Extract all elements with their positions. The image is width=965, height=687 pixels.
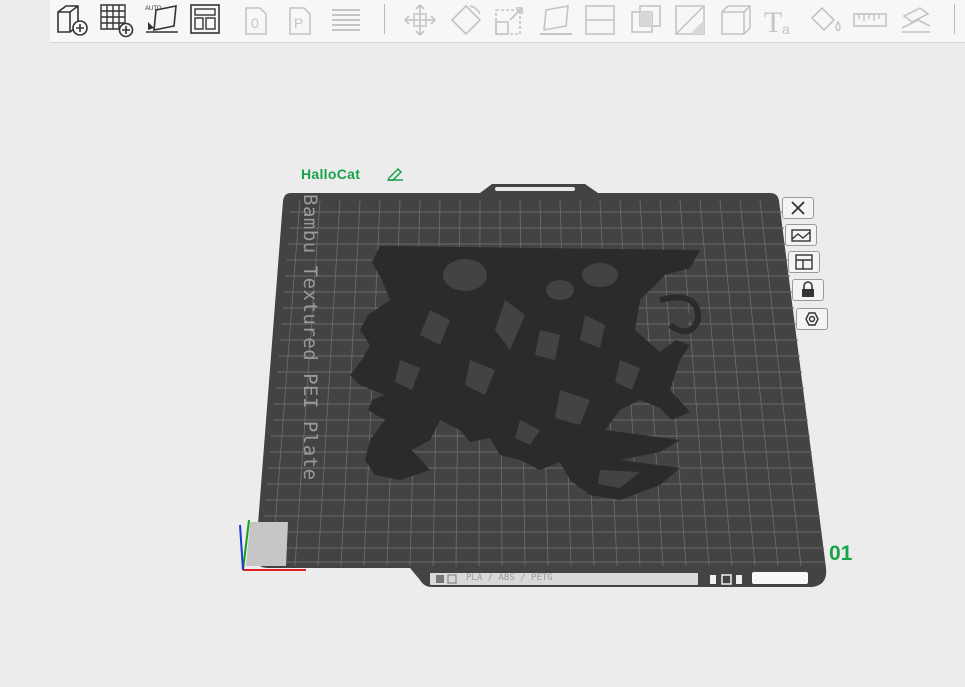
filament-types: PLA / ABS / PETG: [466, 573, 553, 583]
close-plate-button[interactable]: [782, 197, 814, 219]
plate-bottom-icons: [708, 572, 748, 586]
gear-icon: [805, 312, 819, 326]
lock-plate-button[interactable]: [792, 279, 824, 301]
edit-icon[interactable]: [386, 167, 404, 181]
close-icon: [791, 201, 805, 215]
lock-icon: [802, 281, 814, 297]
plate-type-label: Bambu Textured PEI Plate: [299, 194, 321, 481]
trash-icon: [710, 574, 742, 585]
plate-name[interactable]: HalloCat: [301, 166, 360, 182]
arrange-icon: [795, 254, 813, 270]
plate-gear-button[interactable]: [796, 308, 828, 330]
plate-settings-button[interactable]: [785, 224, 817, 246]
plate-number: 01: [829, 542, 853, 565]
plate-info-icon: [436, 574, 457, 584]
plate-bottom-strip: [752, 572, 808, 584]
arrange-plate-button[interactable]: [788, 251, 820, 273]
image-icon: [791, 229, 811, 242]
z-axis: [239, 524, 244, 571]
